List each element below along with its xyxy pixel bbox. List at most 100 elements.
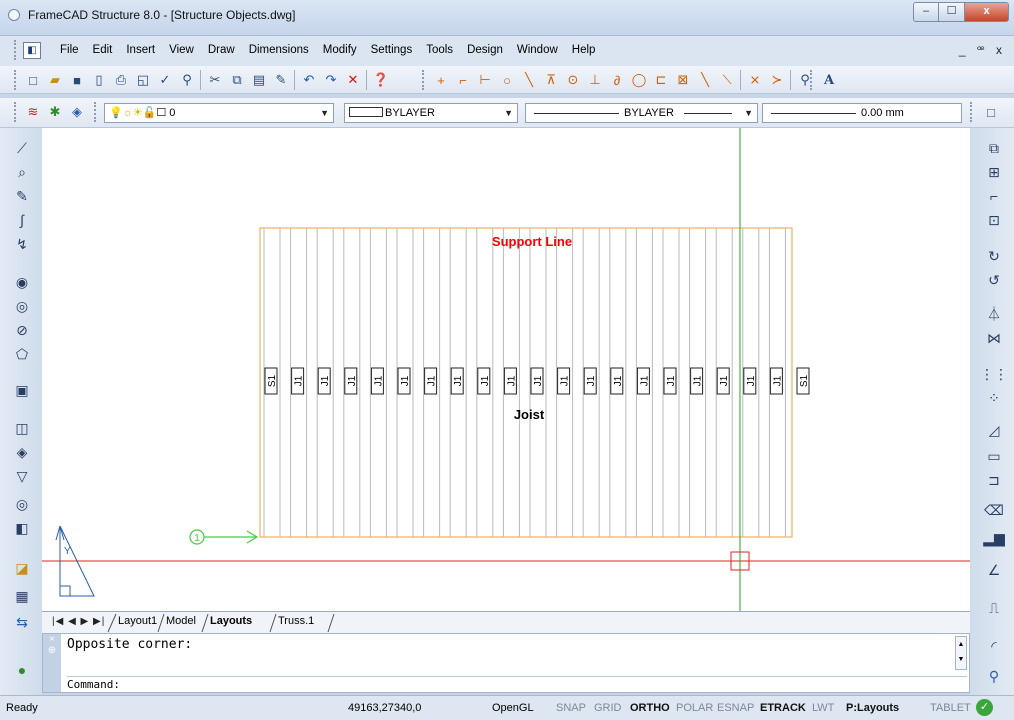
tab-layout1[interactable]: Layout1 — [118, 615, 157, 627]
line-tool-icon[interactable]: ⟋ — [12, 138, 32, 158]
bend-icon[interactable]: ↯ — [12, 234, 32, 254]
properties-box-icon[interactable]: □ — [982, 103, 1000, 121]
circle-tool-icon[interactable]: ◉ — [12, 272, 32, 292]
polar-toggle[interactable]: POLAR — [676, 702, 713, 714]
linetype-select[interactable]: BYLAYER ▼ — [525, 103, 758, 123]
match-properties-icon[interactable]: ✎ — [272, 71, 290, 89]
snap-icon[interactable]: ⇆ — [12, 612, 32, 632]
spell-check-icon[interactable]: ✓ — [156, 71, 174, 89]
menu-edit[interactable]: Edit — [93, 44, 113, 56]
find-icon[interactable]: ⚲ — [178, 71, 196, 89]
command-input[interactable]: Command: — [67, 676, 967, 691]
close-button[interactable]: x — [965, 2, 1009, 22]
block-icon[interactable]: ▣ — [12, 380, 32, 400]
ortho-toggle[interactable]: ORTHO — [630, 702, 670, 714]
hatch-icon[interactable]: ⊘ — [12, 320, 32, 340]
tablet-toggle[interactable]: TABLET — [930, 702, 971, 714]
document-icon[interactable]: ◧ — [23, 42, 41, 59]
command-scrollbar[interactable]: ▲ ▼ — [955, 636, 967, 670]
menu-grip[interactable] — [14, 40, 17, 60]
help-icon[interactable]: ❓ — [372, 71, 390, 89]
minimize-button[interactable]: ‒ — [913, 2, 939, 22]
globe-icon[interactable]: ● — [12, 660, 32, 680]
check-icon[interactable]: ✓ — [976, 699, 993, 716]
ellipse-tool-icon[interactable]: ◎ — [12, 296, 32, 316]
pencil-icon[interactable]: ✎ — [12, 186, 32, 206]
spline-icon[interactable]: ∫ — [12, 210, 32, 230]
diagonal-icon[interactable]: ╲ — [696, 71, 714, 89]
array-icon[interactable]: ⊞ — [984, 162, 1004, 182]
region-icon[interactable]: ◈ — [12, 442, 32, 462]
menu-design[interactable]: Design — [467, 44, 503, 56]
layer-state-icon[interactable]: ✱ — [46, 103, 64, 121]
snap-toggle[interactable]: SNAP — [556, 702, 586, 714]
menu-window[interactable]: Window — [517, 44, 558, 56]
offset-icon[interactable]: ⌐ — [984, 186, 1004, 206]
maximize-button[interactable]: ☐ — [939, 2, 965, 22]
print-preview-icon[interactable]: ◱ — [134, 71, 152, 89]
insert-icon[interactable]: ◫ — [12, 418, 32, 438]
menu-modify[interactable]: Modify — [323, 44, 357, 56]
rectangle-icon[interactable]: ▭ — [984, 446, 1004, 466]
tab-nav-arrows[interactable]: |◀ ◀ ▶ ▶| — [52, 616, 105, 627]
zoom-icon[interactable]: ⚲ — [984, 666, 1004, 686]
chevron-brace-icon[interactable]: ≻ — [768, 71, 786, 89]
rotate-back-icon[interactable]: ↺ — [984, 270, 1004, 290]
menu-draw[interactable]: Draw — [208, 44, 235, 56]
lineweight-select[interactable]: 0.00 mm — [762, 103, 962, 123]
delete-icon[interactable]: ✕ — [344, 71, 362, 89]
menu-tools[interactable]: Tools — [426, 44, 453, 56]
toolbar-grip[interactable] — [422, 70, 425, 90]
target-icon[interactable]: ⊙ — [564, 71, 582, 89]
copy-icon[interactable]: ⧉ — [228, 71, 246, 89]
tab-truss-1[interactable]: Truss.1 — [278, 615, 314, 627]
member-icon[interactable]: ⊢ — [476, 71, 494, 89]
extend-icon[interactable]: ⊐ — [984, 470, 1004, 490]
support-icon[interactable]: ⊥ — [586, 71, 604, 89]
layer-previous-icon[interactable]: ◈ — [68, 103, 86, 121]
open-folder-icon[interactable]: ▰ — [46, 71, 64, 89]
command-panel-grip[interactable]: × ⊕ — [43, 634, 61, 692]
arc-measure-icon[interactable]: ◜ — [984, 636, 1004, 656]
box-icon[interactable]: ⊠ — [674, 71, 692, 89]
app-icon[interactable] — [8, 9, 20, 21]
grid-snap-icon[interactable]: ⋮⋮ — [980, 364, 1008, 384]
erase-icon[interactable]: ⌫ — [984, 500, 1004, 520]
menu-dimensions[interactable]: Dimensions — [249, 44, 309, 56]
redo-icon[interactable]: ↷ — [322, 71, 340, 89]
menu-view[interactable]: View — [169, 44, 194, 56]
save-as-icon[interactable]: ▯ — [90, 71, 108, 89]
ring-icon[interactable]: ◯ — [630, 71, 648, 89]
toolbar-grip[interactable] — [14, 102, 17, 122]
layers-icon[interactable]: ≋ — [24, 103, 42, 121]
toolbar-grip[interactable] — [14, 70, 17, 90]
menu-insert[interactable]: Insert — [126, 44, 155, 56]
drawing-area[interactable]: S1 J1 J1 J1 J1 J1 J1 J1 J1 J1 J1 J1 J1 J1 J1 J1 J1 J1 J1 J1… — [42, 128, 970, 611]
chevron-down-icon[interactable]: ▼ — [744, 104, 753, 122]
truss-icon[interactable]: ⊼ — [542, 71, 560, 89]
copy-object-icon[interactable]: ⧉ — [984, 138, 1004, 158]
lwt-toggle[interactable]: LWT — [812, 702, 834, 714]
line-icon[interactable]: ╲ — [520, 71, 538, 89]
panel-icon[interactable]: ⊏ — [652, 71, 670, 89]
brace-icon[interactable]: ⟍ — [718, 71, 736, 89]
mdi-controls[interactable]: _ ꟹ x — [959, 43, 1006, 57]
text-icon[interactable]: A — [820, 71, 838, 89]
undo-icon[interactable]: ↶ — [300, 71, 318, 89]
tab-model[interactable]: Model — [166, 615, 196, 627]
drawing-canvas[interactable]: S1 J1 J1 J1 J1 J1 J1 J1 J1 J1 J1 J1 J1 J1 J1 J1 J1 J1 J1 J1… — [42, 128, 970, 611]
chevron-down-icon[interactable]: ▼ — [320, 104, 329, 122]
paste-icon[interactable]: ▤ — [250, 71, 268, 89]
node-icon[interactable]: ∂ — [608, 71, 626, 89]
polygon-icon[interactable]: ⬠ — [12, 344, 32, 364]
save-icon[interactable]: ■ — [68, 71, 86, 89]
mirror-copy-icon[interactable]: ⋈ — [984, 328, 1004, 348]
arc-tool-icon[interactable]: ⌕ — [12, 162, 32, 182]
cut-icon[interactable]: ✂ — [206, 71, 224, 89]
menu-help[interactable]: Help — [572, 44, 596, 56]
point-icon[interactable]: + — [432, 71, 450, 89]
pin-icon[interactable]: ⊕ — [43, 645, 61, 656]
circle-icon[interactable]: ○ — [498, 71, 516, 89]
new-file-icon[interactable]: □ — [24, 71, 42, 89]
stretch-icon[interactable]: ◿ — [984, 420, 1004, 440]
